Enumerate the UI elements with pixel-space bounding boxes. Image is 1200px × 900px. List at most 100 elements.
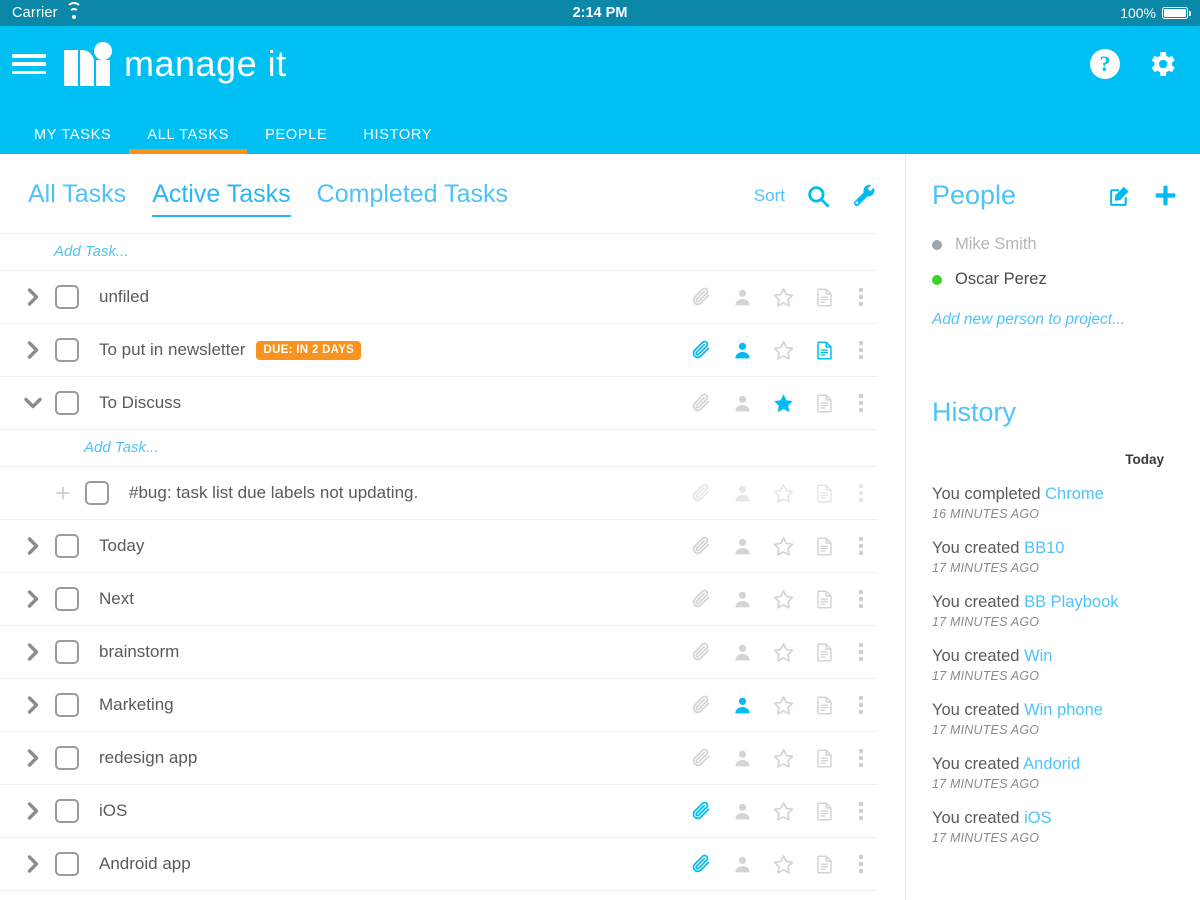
more-options-icon[interactable]	[853, 802, 869, 820]
task-row[interactable]: unfiled	[0, 271, 877, 324]
task-row[interactable]: To Discuss	[0, 377, 877, 430]
add-task-row[interactable]: Add Task...	[0, 233, 877, 271]
assignee-icon[interactable]	[730, 642, 754, 663]
history-target-link[interactable]: Win	[1024, 647, 1052, 665]
star-icon[interactable]	[771, 641, 795, 664]
assignee-icon[interactable]	[730, 536, 754, 557]
task-row[interactable]: Next	[0, 573, 877, 626]
note-icon[interactable]	[812, 287, 836, 308]
tab-all-tasks[interactable]: ALL TASKS	[129, 127, 247, 154]
more-options-icon[interactable]	[853, 749, 869, 767]
assignee-icon[interactable]	[730, 483, 754, 504]
tab-my-tasks[interactable]: MY TASKS	[16, 127, 129, 154]
assignee-icon[interactable]	[730, 393, 754, 414]
more-options-icon[interactable]	[853, 341, 869, 359]
star-icon[interactable]	[771, 800, 795, 823]
add-subtask-icon[interactable]: +	[50, 480, 76, 506]
attachment-icon[interactable]	[689, 482, 713, 504]
attachment-icon[interactable]	[689, 535, 713, 557]
chevron-right-icon[interactable]	[20, 535, 46, 557]
note-icon[interactable]	[812, 393, 836, 414]
task-row[interactable]: "We help your team get organized"	[0, 891, 877, 900]
filter-all-tasks[interactable]: All Tasks	[28, 180, 126, 217]
tab-history[interactable]: HISTORY	[345, 127, 450, 154]
attachment-icon[interactable]	[689, 853, 713, 875]
edit-pencil-icon[interactable]	[1108, 183, 1133, 208]
more-options-icon[interactable]	[853, 590, 869, 608]
star-icon[interactable]	[771, 339, 795, 362]
task-checkbox[interactable]	[55, 534, 79, 558]
task-checkbox[interactable]	[55, 587, 79, 611]
attachment-icon[interactable]	[689, 694, 713, 716]
add-task-placeholder[interactable]: Add Task...	[54, 243, 129, 260]
assignee-icon[interactable]	[730, 287, 754, 308]
task-row[interactable]: Android app	[0, 838, 877, 891]
assignee-icon[interactable]	[730, 589, 754, 610]
star-icon[interactable]	[771, 392, 795, 415]
attachment-icon[interactable]	[689, 286, 713, 308]
note-icon[interactable]	[812, 642, 836, 663]
star-icon[interactable]	[771, 747, 795, 770]
task-checkbox[interactable]	[55, 799, 79, 823]
note-icon[interactable]	[812, 854, 836, 875]
task-checkbox[interactable]	[55, 640, 79, 664]
person-list-item[interactable]: Oscar Perez	[932, 262, 1178, 297]
chevron-right-icon[interactable]	[20, 641, 46, 663]
star-icon[interactable]	[771, 286, 795, 309]
tab-people[interactable]: PEOPLE	[247, 127, 345, 154]
more-options-icon[interactable]	[853, 643, 869, 661]
search-icon[interactable]	[805, 183, 831, 209]
more-options-icon[interactable]	[853, 696, 869, 714]
add-subtask-row[interactable]: Add Task...	[0, 430, 877, 467]
task-row[interactable]: iOS	[0, 785, 877, 838]
more-options-icon[interactable]	[853, 484, 869, 502]
task-row[interactable]: + #bug: task list due labels not updating…	[0, 467, 877, 520]
task-row[interactable]: Marketing	[0, 679, 877, 732]
task-checkbox[interactable]	[55, 338, 79, 362]
chevron-right-icon[interactable]	[20, 853, 46, 875]
attachment-icon[interactable]	[689, 800, 713, 822]
attachment-icon[interactable]	[689, 392, 713, 414]
add-task-placeholder[interactable]: Add Task...	[84, 439, 159, 456]
star-icon[interactable]	[771, 853, 795, 876]
history-target-link[interactable]: BB10	[1024, 539, 1064, 557]
chevron-down-icon[interactable]	[20, 395, 46, 412]
task-checkbox[interactable]	[55, 285, 79, 309]
history-target-link[interactable]: BB Playbook	[1024, 593, 1118, 611]
task-row[interactable]: brainstorm	[0, 626, 877, 679]
chevron-right-icon[interactable]	[20, 800, 46, 822]
assignee-icon[interactable]	[730, 695, 754, 716]
chevron-right-icon[interactable]	[20, 588, 46, 610]
note-icon[interactable]	[812, 748, 836, 769]
assignee-icon[interactable]	[730, 748, 754, 769]
assignee-icon[interactable]	[730, 854, 754, 875]
star-icon[interactable]	[771, 588, 795, 611]
attachment-icon[interactable]	[689, 339, 713, 361]
sort-button[interactable]: Sort	[754, 186, 785, 206]
note-icon[interactable]	[812, 483, 836, 504]
more-options-icon[interactable]	[853, 394, 869, 412]
attachment-icon[interactable]	[689, 641, 713, 663]
filter-completed-tasks[interactable]: Completed Tasks	[317, 180, 508, 217]
more-options-icon[interactable]	[853, 288, 869, 306]
note-icon[interactable]	[812, 589, 836, 610]
attachment-icon[interactable]	[689, 588, 713, 610]
history-target-link[interactable]: Andorid	[1023, 755, 1080, 773]
task-row[interactable]: To put in newsletter DUE: IN 2 DAYS	[0, 324, 877, 377]
note-icon[interactable]	[812, 340, 836, 361]
hamburger-menu-icon[interactable]	[12, 51, 46, 77]
gear-icon[interactable]	[1146, 48, 1178, 80]
plus-icon[interactable]	[1153, 183, 1178, 208]
help-icon[interactable]: ?	[1090, 49, 1120, 79]
attachment-icon[interactable]	[689, 747, 713, 769]
star-icon[interactable]	[771, 482, 795, 505]
note-icon[interactable]	[812, 801, 836, 822]
task-checkbox[interactable]	[55, 746, 79, 770]
star-icon[interactable]	[771, 535, 795, 558]
task-row[interactable]: redesign app	[0, 732, 877, 785]
chevron-right-icon[interactable]	[20, 339, 46, 361]
task-checkbox[interactable]	[85, 481, 109, 505]
history-target-link[interactable]: Win phone	[1024, 701, 1103, 719]
assignee-icon[interactable]	[730, 801, 754, 822]
filter-active-tasks[interactable]: Active Tasks	[152, 180, 292, 217]
